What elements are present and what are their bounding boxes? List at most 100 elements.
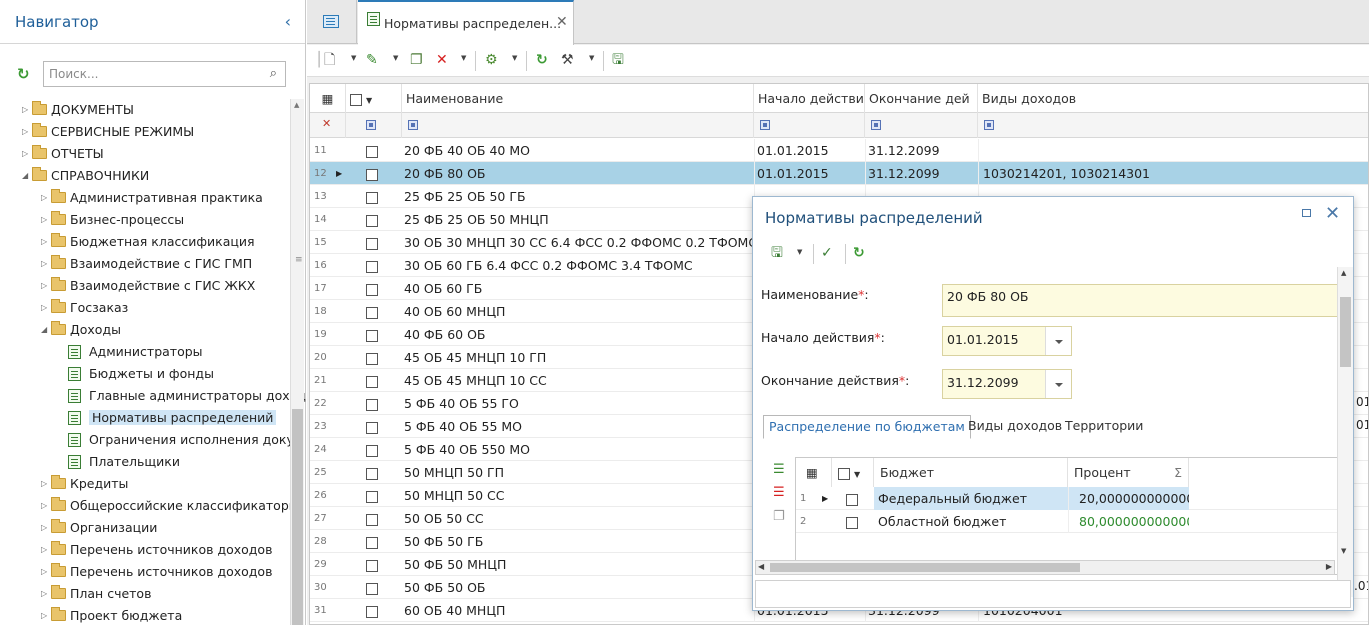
cell-budget[interactable]: Областной бюджет: [874, 510, 1068, 533]
cell-income-types[interactable]: [978, 139, 1368, 162]
close-icon[interactable]: ✕: [1325, 203, 1340, 224]
row-checkbox[interactable]: [366, 260, 378, 273]
row-checkbox[interactable]: [366, 237, 378, 250]
cell-name[interactable]: 5 ФБ 40 ОБ 55 МО: [402, 415, 752, 438]
cell-percent[interactable]: 20,0000000000000: [1068, 487, 1189, 510]
row-checkbox[interactable]: [366, 329, 378, 342]
tree-item[interactable]: ▷ Бизнес-процессы: [41, 209, 184, 231]
copy-icon[interactable]: ❐: [410, 51, 423, 69]
refresh-icon[interactable]: ↻: [17, 65, 30, 83]
column-header-percent[interactable]: Процент Σ: [1068, 458, 1189, 487]
cell-end-date[interactable]: 31.12.2099: [865, 162, 977, 185]
row-checkbox[interactable]: [366, 444, 378, 457]
cell-start-date[interactable]: 01.01.2015: [754, 139, 864, 162]
pin-icon[interactable]: ✕: [322, 117, 331, 130]
maximize-icon[interactable]: [1302, 209, 1311, 217]
row-checkbox[interactable]: [366, 214, 378, 227]
tree-item[interactable]: Нормативы распределений: [68, 407, 277, 429]
delete-icon[interactable]: ✕: [436, 51, 448, 69]
add-row-icon[interactable]: ☰: [773, 462, 785, 477]
column-header-income-types[interactable]: Виды доходов: [978, 84, 1368, 113]
tree-item[interactable]: ◢ Доходы: [41, 319, 121, 341]
row-checkbox[interactable]: [366, 490, 378, 503]
collapse-arrow-icon[interactable]: ◢: [22, 165, 32, 187]
horizontal-scrollbar[interactable]: ◀ ▶: [755, 560, 1335, 575]
column-chooser-icon[interactable]: ▦: [310, 84, 346, 113]
expand-arrow-icon[interactable]: ▷: [22, 99, 32, 121]
chevron-down-icon[interactable]: ▼: [366, 96, 372, 105]
save-icon[interactable]: 🖫: [612, 51, 624, 69]
row-checkbox[interactable]: [366, 375, 378, 388]
cell-name[interactable]: 40 ОБ 60 ГБ: [402, 277, 752, 300]
cell-name[interactable]: 50 ФБ 50 ГБ: [402, 530, 752, 553]
cell-name[interactable]: 45 ОБ 45 МНЦП 10 СС: [402, 369, 752, 392]
navigator-search-box[interactable]: ⌕: [43, 61, 286, 87]
tab-normatives[interactable]: Нормативы распределен... ✕: [358, 0, 574, 45]
copy-row-icon[interactable]: ❐: [773, 509, 785, 524]
checkbox[interactable]: [350, 93, 362, 106]
cell-name[interactable]: 45 ОБ 45 МНЦП 10 ГП: [402, 346, 752, 369]
row-checkbox[interactable]: [366, 352, 378, 365]
edit-icon[interactable]: ✎: [366, 51, 378, 69]
filter-icon[interactable]: [408, 120, 418, 130]
chevron-down-icon[interactable]: ▼: [854, 470, 860, 479]
date-dropdown-icon[interactable]: [1045, 327, 1071, 355]
cell-name[interactable]: 50 МНЦП 50 СС: [402, 484, 752, 507]
dialog-scrollbar[interactable]: ▲ ▼: [1337, 267, 1353, 597]
cell-end-date[interactable]: 31.12.2099: [865, 139, 977, 162]
cell-name[interactable]: 25 ФБ 25 ОБ 50 ГБ: [402, 185, 752, 208]
search-icon[interactable]: ⌕: [270, 66, 277, 81]
tree-item[interactable]: ▷ Госзаказ: [41, 297, 128, 319]
row-checkbox[interactable]: [366, 306, 378, 319]
tree-item[interactable]: ▷ ДОКУМЕНТЫ: [22, 99, 134, 121]
date-dropdown-icon[interactable]: [1045, 370, 1071, 398]
save-icon[interactable]: 🖫: [771, 244, 783, 262]
cell-name[interactable]: 5 ФБ 40 ОБ 55 ГО: [402, 392, 752, 415]
select-all-checkbox[interactable]: ▼: [832, 458, 874, 487]
cell-name[interactable]: 50 ФБ 50 ОБ: [402, 576, 752, 599]
tree-item[interactable]: Администраторы: [68, 341, 203, 363]
row-checkbox[interactable]: [366, 467, 378, 480]
table-row[interactable]: 12 20 ФБ 80 ОБ 01.01.2015 31.12.2099 1030214…: [310, 162, 1368, 185]
tree-item[interactable]: ▷ Взаимодействие с ГИС ГМП: [41, 253, 252, 275]
cell-name[interactable]: 50 ФБ 50 МНЦП: [402, 553, 752, 576]
scrollbar-thumb[interactable]: [292, 409, 303, 625]
search-input[interactable]: [44, 62, 254, 86]
tree-item[interactable]: ◢ СПРАВОЧНИКИ: [22, 165, 149, 187]
expand-arrow-icon[interactable]: ▷: [41, 473, 51, 495]
row-checkbox[interactable]: [846, 516, 858, 529]
cell-name[interactable]: 40 ОБ 60 МНЦП: [402, 300, 752, 323]
scrollbar-thumb[interactable]: [1340, 297, 1351, 367]
tree-item[interactable]: Бюджеты и фонды: [68, 363, 214, 385]
sum-icon[interactable]: Σ: [1174, 458, 1182, 487]
row-checkbox[interactable]: [366, 398, 378, 411]
filter-icon[interactable]: [366, 120, 376, 130]
new-document-icon[interactable]: 🗋: [324, 51, 335, 69]
row-checkbox[interactable]: [366, 513, 378, 526]
tree-item[interactable]: ▷ Проект бюджета: [41, 605, 182, 625]
cell-name[interactable]: 5 ФБ 40 ОБ 550 МО: [402, 438, 752, 461]
filter-icon[interactable]: [871, 120, 881, 130]
tab-income-types[interactable]: Виды доходов: [963, 415, 1067, 439]
cell-budget[interactable]: Федеральный бюджет: [874, 487, 1068, 510]
row-checkbox[interactable]: [366, 536, 378, 549]
tab-budget-distribution[interactable]: Распределение по бюджетам: [763, 415, 971, 439]
cell-name[interactable]: 50 МНЦП 50 ГП: [402, 461, 752, 484]
expand-arrow-icon[interactable]: ▷: [41, 231, 51, 253]
expand-arrow-icon[interactable]: ▷: [41, 253, 51, 275]
tab-territories[interactable]: Территории: [1060, 415, 1148, 439]
scroll-right-icon[interactable]: ▶: [1326, 562, 1332, 571]
expand-arrow-icon[interactable]: ▷: [41, 187, 51, 209]
scroll-down-icon[interactable]: ▼: [1341, 547, 1346, 555]
column-header-budget[interactable]: Бюджет: [874, 458, 1068, 487]
row-checkbox[interactable]: [846, 493, 858, 506]
row-checkbox[interactable]: [366, 559, 378, 572]
collapse-arrow-icon[interactable]: ◢: [41, 319, 51, 341]
navigator-scrollbar[interactable]: ▲: [290, 99, 304, 625]
cell-name[interactable]: 30 ОБ 60 ГБ 6.4 ФСС 0.2 ФФОМС 3.4 ТФОМС: [402, 254, 752, 277]
name-field[interactable]: 20 ФБ 80 ОБ: [942, 284, 1338, 317]
row-checkbox[interactable]: [366, 145, 378, 158]
row-checkbox[interactable]: [366, 421, 378, 434]
column-header-end[interactable]: Окончание дей: [865, 84, 978, 113]
scroll-up-icon[interactable]: ▲: [294, 101, 299, 109]
